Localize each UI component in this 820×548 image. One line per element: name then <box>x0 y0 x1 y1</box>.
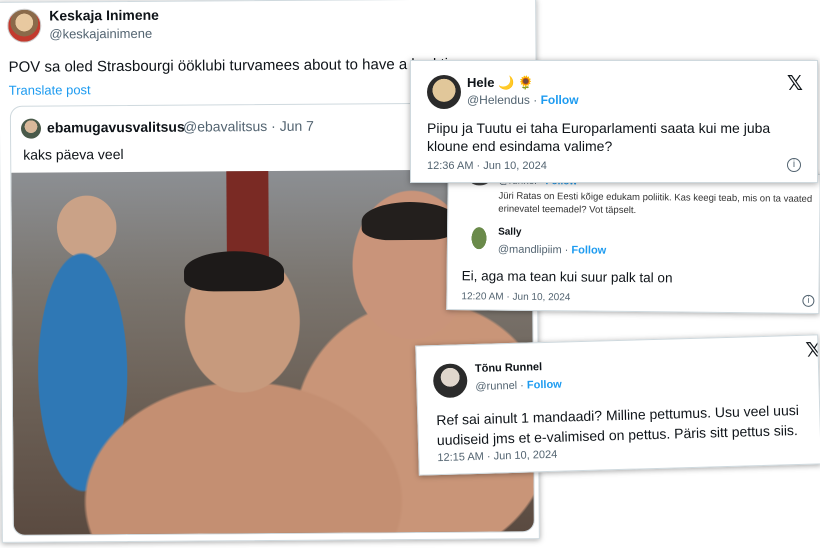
sally-post-text: Ei, aga ma tean kui suur palk tal on <box>461 268 673 286</box>
reply-post-card-tonu: Tõnu Runnel @runnel · Follow 𝕏 Ref sai a… <box>415 334 820 476</box>
author-handle[interactable]: @keskajainimene <box>49 26 152 42</box>
photo-person-left <box>183 250 285 292</box>
hele-post-time[interactable]: 12:36 AM · Jun 10, 2024 <box>427 160 547 172</box>
sally-follow-button[interactable]: Follow <box>571 244 606 256</box>
tonu-post-text: Ref sai ainult 1 mandaadi? Milline pettu… <box>436 401 800 449</box>
info-icon[interactable]: i <box>802 294 815 307</box>
quote-author-handle: @ebavalitsus · Jun 7 <box>182 117 314 135</box>
author-name[interactable]: Keskaja Inimene <box>49 7 159 24</box>
sally-post-time[interactable]: 12:20 AM · Jun 10, 2024 <box>461 291 570 303</box>
photo-person-right <box>361 201 458 241</box>
post-text: POV sa oled Strasbourgi ööklubi turvamee… <box>8 55 469 76</box>
hele-author-handle: @Helendus · Follow <box>467 93 579 107</box>
quote-author-name: ebamugavusvalitsus <box>46 118 185 136</box>
x-logo-icon[interactable]: 𝕏 <box>805 337 820 362</box>
reply-post-card-hele: Hele 🌙 🌻 @Helendus · Follow 𝕏 Piipu ja T… <box>410 60 818 183</box>
quote-author-avatar <box>20 118 42 139</box>
sally-author-name[interactable]: Sally <box>498 227 521 238</box>
sally-avatar[interactable] <box>465 225 493 258</box>
hele-follow-button[interactable]: Follow <box>541 93 579 107</box>
hele-author-name[interactable]: Hele 🌙 🌻 <box>467 75 534 91</box>
tonu-avatar[interactable] <box>432 363 468 399</box>
hele-avatar[interactable] <box>427 75 461 109</box>
x-logo-icon[interactable]: 𝕏 <box>787 71 803 96</box>
info-icon[interactable]: i <box>787 158 801 172</box>
sally-author-handle: @mandlipiim · Follow <box>497 243 607 257</box>
quote-text: kaks päeva veel <box>23 146 124 163</box>
author-avatar[interactable] <box>7 8 42 43</box>
translate-post-link[interactable]: Translate post <box>9 82 91 98</box>
tonu-post-time[interactable]: 12:15 AM · Jun 10, 2024 <box>437 449 557 464</box>
tonu-author-handle: @runnel · Follow <box>475 378 562 393</box>
previous-post-text: Jüri Ratas on Eesti kõige edukam poliiti… <box>498 190 813 217</box>
tonu-author-name[interactable]: Tõnu Runnel <box>475 361 543 375</box>
hele-post-text: Piipu ja Tuutu ei taha Europarlamenti sa… <box>427 120 771 154</box>
reply-post-card-sally: @runnel · Follow Jüri Ratas on Eesti kõi… <box>446 170 820 314</box>
tonu-follow-button[interactable]: Follow <box>527 379 562 392</box>
